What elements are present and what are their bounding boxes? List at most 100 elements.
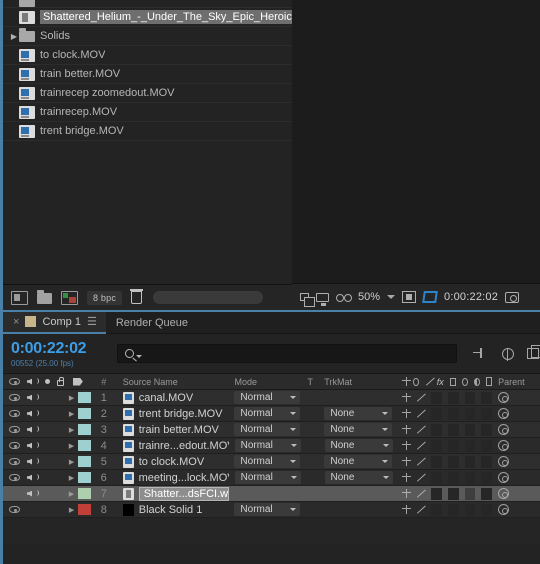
trkmat-dropdown[interactable]: None [324,439,393,452]
layer-name-label[interactable]: trent bridge.MOV [139,408,223,420]
layer-label-swatch-cell[interactable]: ▶ [65,456,91,467]
parent-pickwhip-icon[interactable] [498,408,510,419]
layer-label-color[interactable] [77,472,91,483]
layer-label-color[interactable] [77,424,91,435]
switch-toggle[interactable] [431,439,442,452]
layer-parent-cell[interactable] [492,488,540,499]
snapshot-camera-icon[interactable] [505,291,520,303]
blend-mode-dropdown[interactable]: Normal [234,455,301,468]
layer-source-name-cell[interactable]: Shatter...dsFCI.wav [117,486,229,501]
expand-triangle-icon[interactable]: ▶ [69,442,78,450]
close-icon[interactable]: × [13,316,19,328]
switch-toggle[interactable] [464,455,476,468]
layer-switches[interactable] [396,487,493,500]
tab-render-queue[interactable]: Render Queue [106,312,198,334]
speaker-icon[interactable] [27,441,39,450]
speaker-icon[interactable] [27,457,39,466]
layer-source-name-cell[interactable]: trainre...edout.MOV [117,439,229,452]
layer-av-switches[interactable] [3,489,65,498]
layer-name-label[interactable]: Black Solid 1 [139,504,203,516]
switch-toggle[interactable] [464,407,476,420]
layer-row[interactable]: ▶ 6 meeting...lock.MOV Normal None [3,470,540,486]
quality-icon[interactable] [416,489,425,499]
switch-toggle[interactable] [481,407,493,420]
layer-trkmat-cell[interactable]: None [321,439,397,452]
transparency-grid-icon[interactable] [422,291,438,303]
layer-parent-cell[interactable] [492,408,540,419]
parent-pickwhip-icon[interactable] [498,392,510,403]
layer-parent-cell[interactable] [492,424,540,435]
eye-icon[interactable] [9,474,20,481]
switch-toggle[interactable] [431,391,442,404]
switch-toggle[interactable] [481,455,493,468]
layer-switches[interactable] [396,423,493,436]
layer-source-name-cell[interactable]: Black Solid 1 [117,503,229,516]
parent-pickwhip-icon[interactable] [498,440,510,451]
chevron-down-icon[interactable] [136,355,142,358]
switch-toggle[interactable] [481,471,493,484]
project-item[interactable]: ▶trent bridge.MOV [3,122,292,141]
speaker-icon[interactable] [27,393,39,402]
shy-icon[interactable] [402,441,412,450]
layer-row[interactable]: ▶ 2 trent bridge.MOV Normal None [3,406,540,422]
switch-toggle[interactable] [447,391,459,404]
layer-label-color[interactable] [77,408,91,419]
switch-toggle[interactable] [447,455,459,468]
layer-label-swatch-cell[interactable]: ▶ [65,408,91,419]
switch-toggle[interactable] [431,423,442,436]
timeline-empty-area[interactable] [3,518,540,544]
layer-label-swatch-cell[interactable]: ▶ [65,472,91,483]
layer-switches[interactable] [396,471,493,484]
shy-icon[interactable] [402,473,412,482]
mode-column-header[interactable]: Mode [228,374,300,390]
layer-name-label[interactable]: train better.MOV [139,424,219,436]
speaker-icon[interactable] [27,409,39,418]
layer-row[interactable]: ▶ 8 Black Solid 1 Normal [3,502,540,518]
switch-toggle[interactable] [431,503,442,516]
interpret-footage-icon[interactable] [11,290,28,305]
switch-toggle[interactable] [464,487,476,500]
layer-trkmat-cell[interactable]: None [320,407,396,420]
layer-mode-cell[interactable]: Normal [228,423,301,436]
eye-icon[interactable] [9,458,20,465]
switch-toggle[interactable] [431,487,442,500]
layer-mode-cell[interactable]: Normal [228,407,301,420]
shy-icon[interactable] [402,505,412,514]
expand-triangle-icon[interactable]: ▶ [9,32,19,41]
tab-comp-1[interactable]: × Comp 1 ☰ [3,311,106,334]
layer-label-swatch-cell[interactable]: ▶ [65,504,91,515]
draft-3d-icon[interactable] [502,347,514,361]
switch-toggle[interactable] [464,391,476,404]
layer-mode-cell[interactable]: Normal [228,503,301,516]
layer-switches[interactable] [396,391,493,404]
layer-label-swatch-cell[interactable]: ▶ [65,440,91,451]
layer-parent-cell[interactable] [492,440,540,451]
project-item[interactable]: ▶Shattered_Helium_-_Under_The_Sky_Epic_H… [3,8,292,27]
project-item[interactable]: ▶trainrecep.MOV [3,103,292,122]
toggle-view-layouts-icon[interactable] [300,293,315,307]
layer-switches[interactable] [396,503,493,516]
layer-label-color[interactable] [77,440,91,451]
layer-parent-cell[interactable] [492,504,540,515]
source-name-column-header[interactable]: Source Name [117,374,229,390]
trkmat-dropdown[interactable]: None [324,407,393,420]
region-of-interest-icon[interactable] [402,291,417,303]
new-composition-icon[interactable] [61,290,78,305]
expand-triangle-icon[interactable]: ▶ [69,458,78,466]
blend-mode-dropdown[interactable]: Normal [234,423,301,436]
eye-icon[interactable] [9,410,20,417]
eye-icon[interactable] [9,442,20,449]
switch-toggle[interactable] [481,439,493,452]
layer-name-label[interactable]: meeting...lock.MOV [139,472,229,484]
layer-av-switches[interactable] [3,441,65,450]
layer-row[interactable]: ▶ 3 train better.MOV Normal None [3,422,540,438]
composition-canvas[interactable] [292,0,540,283]
project-item-list[interactable]: ▶ ▶Shattered_Helium_-_Under_The_Sky_Epic_… [3,0,292,141]
composition-mini-flowchart-icon[interactable] [473,347,489,361]
expand-triangle-icon[interactable]: ▶ [69,506,78,514]
layer-label-color[interactable] [77,504,91,515]
layer-av-switches[interactable] [3,425,65,434]
viewer-timecode[interactable]: 0:00:22:02 [444,291,498,303]
layer-av-switches[interactable] [3,506,65,513]
blend-mode-dropdown[interactable]: Normal [234,407,301,420]
